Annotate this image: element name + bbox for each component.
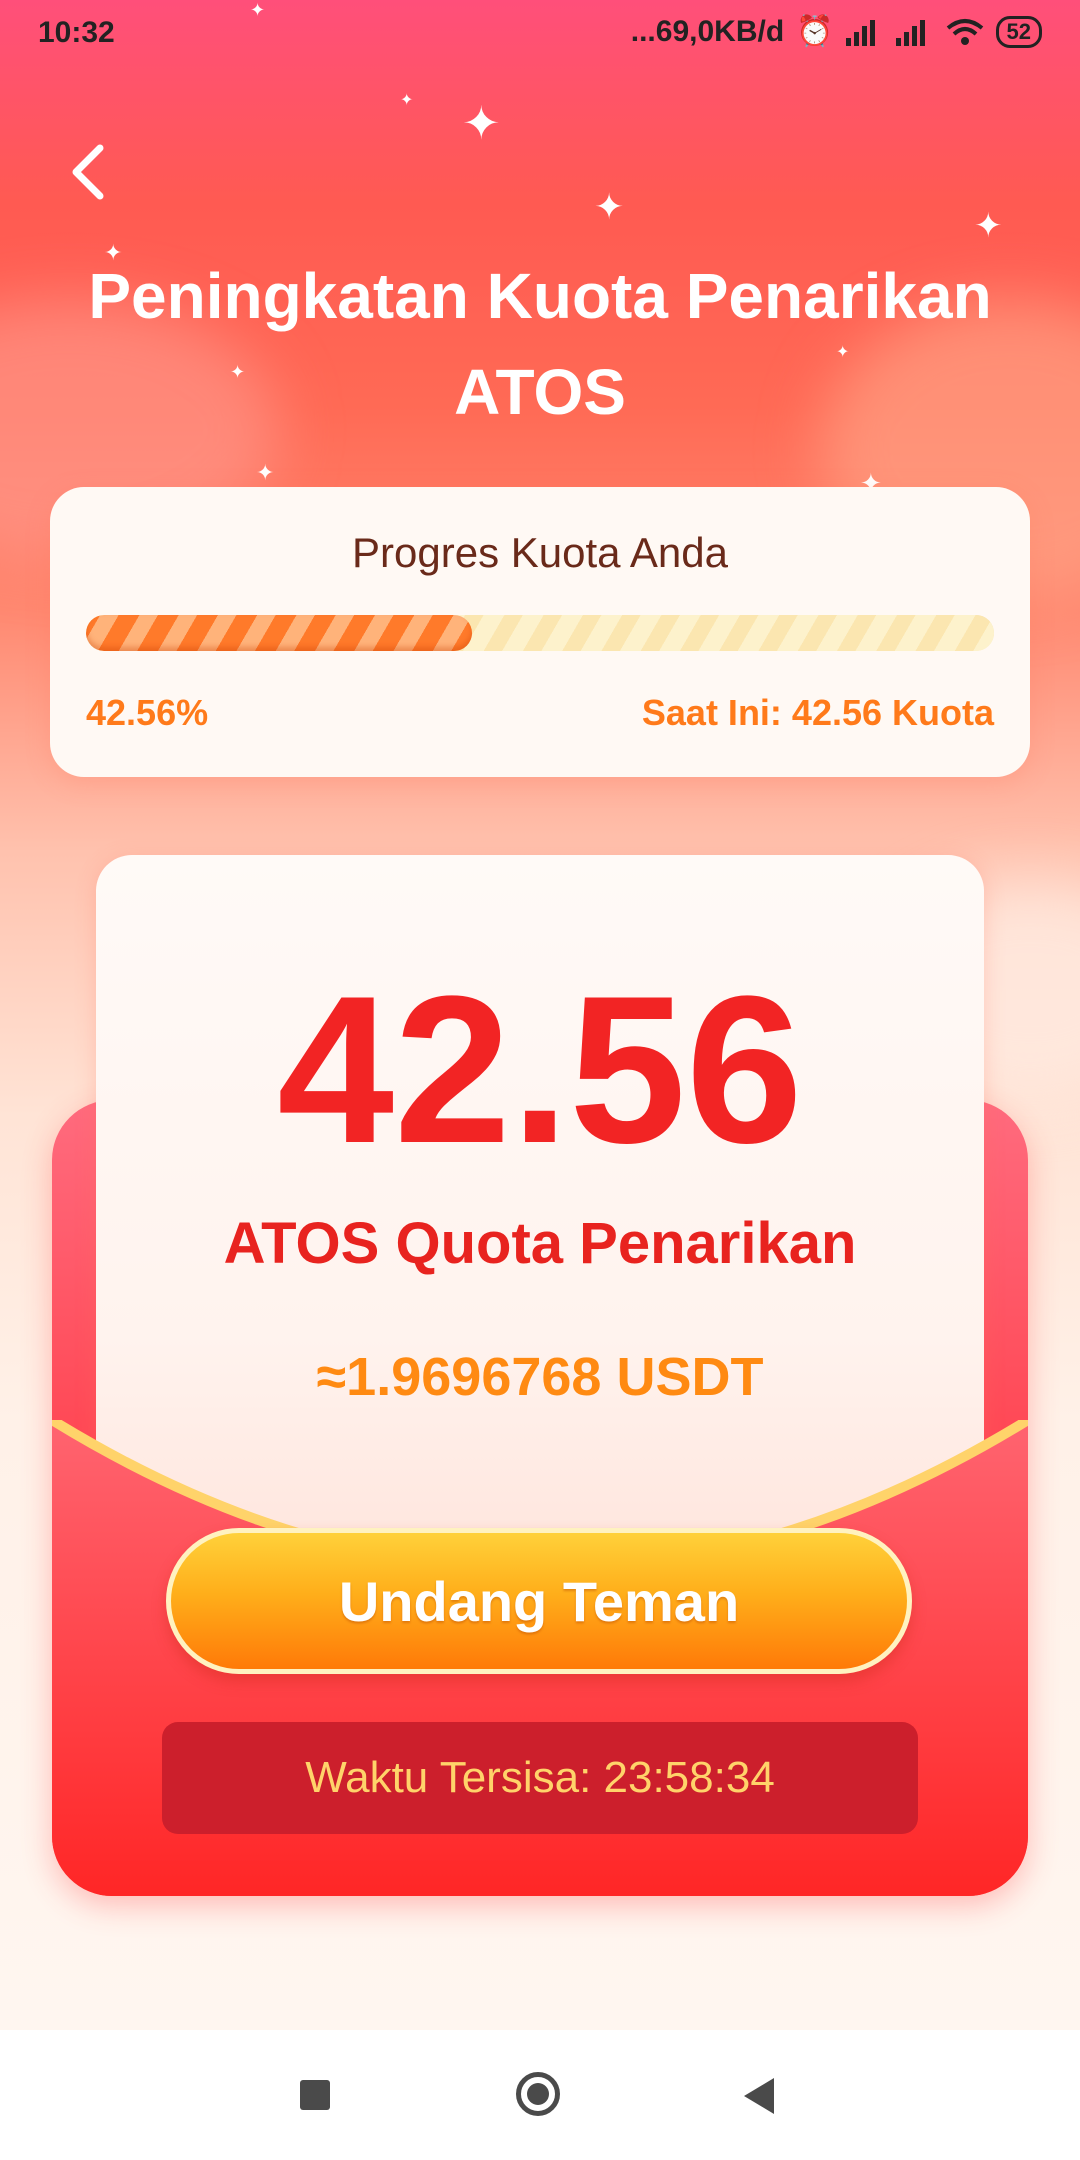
progress-card: Progres Kuota Anda 42.56% Saat Ini: 42.5…: [50, 487, 1030, 777]
signal-icon: [895, 19, 925, 46]
countdown-timer: Waktu Tersisa: 23:58:34: [162, 1722, 918, 1834]
title-line: Peningkatan Kuota Penarikan: [88, 260, 992, 332]
usdt-equivalent: ≈1.9696768 USDT: [316, 1347, 764, 1407]
sparkle-icon: ✦: [594, 186, 625, 227]
status-icons: ...69,0KB/d ⏰ 52: [631, 14, 1042, 49]
progress-bar: [86, 615, 994, 651]
wifi-icon: [946, 18, 983, 45]
progress-label: Progres Kuota Anda: [352, 529, 728, 576]
sparkle-icon: ✦: [256, 460, 275, 485]
progress-fill: [86, 615, 473, 651]
page-title: Peningkatan Kuota Penarikan ATOS: [40, 248, 1040, 440]
status-time: 10:32: [38, 16, 115, 49]
status-bar: 10:32 ...69,0KB/d ⏰ 52: [0, 0, 1080, 70]
signal-icon: [845, 19, 875, 46]
recent-apps-icon[interactable]: [300, 2080, 330, 2110]
network-speed: ...69,0KB/d: [630, 14, 785, 48]
title-line: ATOS: [454, 356, 626, 428]
invite-friends-button[interactable]: Undang Teman: [166, 1528, 912, 1674]
sparkle-icon: ✦: [400, 92, 414, 109]
current-quota: Saat Ini: 42.56 Kuota: [641, 692, 994, 733]
alarm-icon: ⏰: [796, 15, 834, 48]
home-icon[interactable]: [516, 2072, 560, 2116]
sparkle-icon: ✦: [974, 207, 1003, 245]
sparkle-icon: ✦: [462, 97, 501, 149]
app-screen: ✦ ✦ ✦ ✦ ✦ ✦ ✦ ✦ ✦ ✦ 10:32 ...69,0KB/d ⏰ …: [0, 0, 1080, 2030]
quota-amount: 42.56: [277, 952, 803, 1187]
battery-icon: 52: [995, 15, 1042, 48]
back-triangle-icon[interactable]: [744, 2078, 774, 2114]
progress-percent: 42.56%: [86, 692, 209, 733]
quota-subtitle: ATOS Quota Penarikan: [223, 1211, 857, 1276]
back-chevron-icon[interactable]: [66, 142, 110, 202]
